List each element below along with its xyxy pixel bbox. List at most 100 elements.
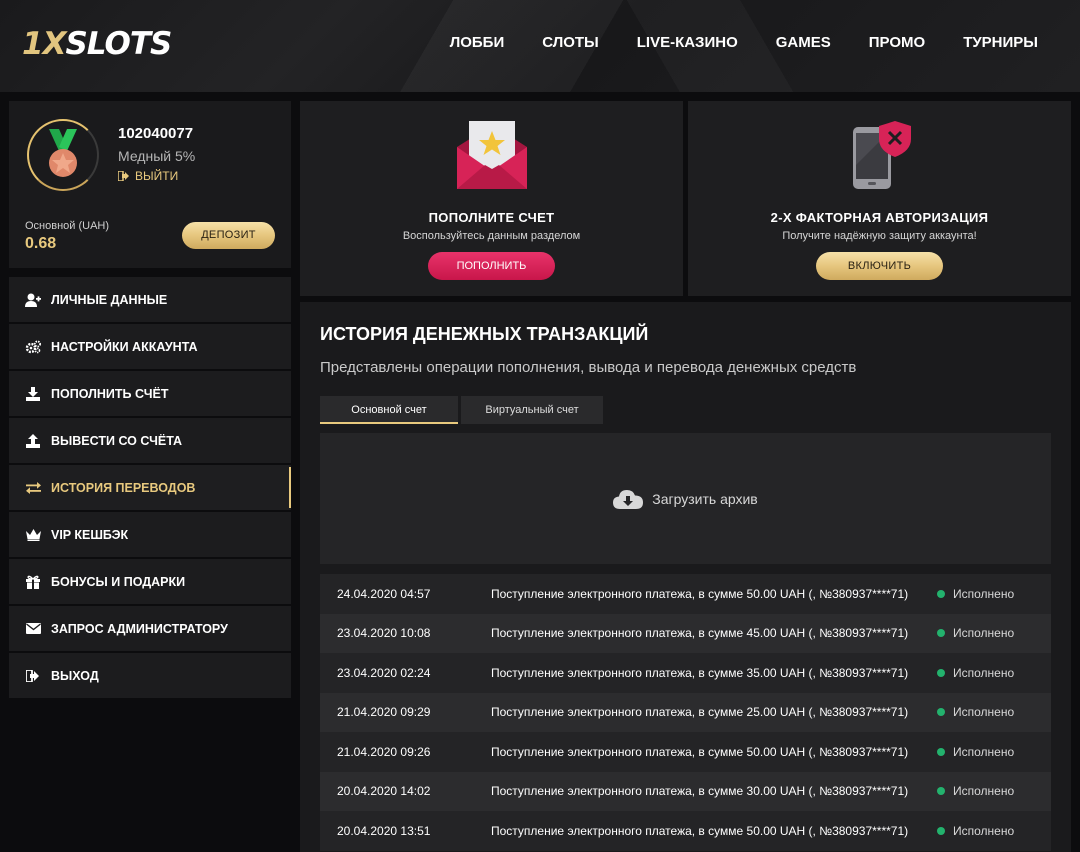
tx-status-label: Исполнено <box>953 705 1015 720</box>
topup-button[interactable]: ПОПОЛНИТЬ <box>428 252 555 280</box>
tx-description: Поступление электронного платежа, в сумм… <box>491 705 909 720</box>
logout-label: ВЫЙТИ <box>135 169 179 183</box>
tx-description: Поступление электронного платежа, в сумм… <box>491 784 909 799</box>
sidebar-item-label: ЛИЧНЫЕ ДАННЫЕ <box>51 292 168 307</box>
tx-date: 23.04.2020 10:08 <box>337 626 431 641</box>
status-badge: Исполнено <box>937 626 1014 640</box>
promo-card-2fa: 2-Х ФАКТОРНАЯ АВТОРИЗАЦИЯ Получите надёж… <box>688 101 1071 296</box>
gears-icon <box>24 338 42 356</box>
logout-icon <box>24 667 42 685</box>
table-row: 21.04.2020 09:29 Поступление электронног… <box>320 692 1051 732</box>
card-subtitle: Воспользуйтесь данным разделом <box>402 230 581 242</box>
sidebar-item-label: ИСТОРИЯ ПЕРЕВОДОВ <box>51 480 196 495</box>
sidebar-item-bonuses[interactable]: БОНУСЫ И ПОДАРКИ <box>9 559 291 604</box>
balance-value: 0.68 <box>25 235 57 252</box>
status-badge: Исполнено <box>937 824 1014 838</box>
status-dot-icon <box>937 826 945 835</box>
main-nav: ЛОББИ СЛОТЫ LIVE-КАЗИНО GAMES ПРОМО ТУРН… <box>412 34 1038 51</box>
nav-slots[interactable]: СЛОТЫ <box>542 34 599 51</box>
transactions-table: 24.04.2020 04:57 Поступление электронног… <box>320 574 1051 851</box>
download-archive-button[interactable]: Загрузить архив <box>320 433 1051 564</box>
level-medal <box>27 119 99 191</box>
tx-description: Поступление электронного платежа, в сумм… <box>491 665 909 680</box>
table-row: 24.04.2020 04:57 Поступление электронног… <box>320 574 1051 614</box>
table-row: 23.04.2020 02:24 Поступление электронног… <box>320 653 1051 693</box>
enable-2fa-button[interactable]: ВКЛЮЧИТЬ <box>816 252 943 280</box>
transaction-history-panel: ИСТОРИЯ ДЕНЕЖНЫХ ТРАНЗАКЦИЙ Представлены… <box>300 302 1071 852</box>
envelope-icon <box>24 620 42 638</box>
nav-promo[interactable]: ПРОМО <box>869 34 925 51</box>
phone-shield-illustration <box>688 119 1071 194</box>
status-badge: Исполнено <box>937 587 1014 601</box>
status-badge: Исполнено <box>937 705 1014 719</box>
tab-virtual-account[interactable]: Виртуальный счет <box>461 396 603 424</box>
promo-card-deposit: ПОПОЛНИТЕ СЧЕТ Воспользуйтесь данным раз… <box>300 101 683 296</box>
envelope-star-illustration <box>300 119 683 194</box>
nav-lobby[interactable]: ЛОББИ <box>450 34 505 51</box>
table-row: 20.04.2020 14:02 Поступление электронног… <box>320 771 1051 811</box>
tx-description: Поступление электронного платежа, в сумм… <box>491 586 909 601</box>
tx-description: Поступление электронного платежа, в сумм… <box>491 823 909 838</box>
tx-description: Поступление электронного платежа, в сумм… <box>491 626 909 641</box>
user-level: Медный 5% <box>118 148 196 164</box>
phone-shield-icon <box>852 121 911 189</box>
cloud-download-icon <box>613 489 644 509</box>
balance-label: Основной (UAH) <box>25 220 110 232</box>
brand-logo[interactable]: 1X SLOTS <box>22 24 172 64</box>
archive-label: Загрузить архив <box>652 490 758 507</box>
status-dot-icon <box>937 708 945 717</box>
sidebar-menu: ЛИЧНЫЕ ДАННЫЕ НАСТРОЙКИ АККАУНТА ПОПОЛНИ… <box>9 277 291 700</box>
sidebar-item-transfer-history[interactable]: ИСТОРИЯ ПЕРЕВОДОВ <box>9 465 291 510</box>
status-badge: Исполнено <box>937 784 1014 798</box>
upload-icon <box>24 432 42 450</box>
status-dot-icon <box>937 629 945 638</box>
page-subtitle: Представлены операции пополнения, вывода… <box>320 359 857 376</box>
top-header: 1X SLOTS ЛОББИ СЛОТЫ LIVE-КАЗИНО GAMES ПР… <box>0 0 1080 92</box>
card-title: 2-Х ФАКТОРНАЯ АВТОРИЗАЦИЯ <box>770 210 989 225</box>
nav-live-casino[interactable]: LIVE-КАЗИНО <box>637 34 738 51</box>
table-row: 20.04.2020 13:51 Поступление электронног… <box>320 811 1051 851</box>
tx-date: 20.04.2020 14:02 <box>337 784 431 799</box>
sidebar-item-label: ВЫХОД <box>51 668 99 683</box>
tx-status-label: Исполнено <box>953 665 1015 680</box>
nav-tournaments[interactable]: ТУРНИРЫ <box>963 34 1038 51</box>
sidebar-item-label: ВЫВЕСТИ СО СЧЁТА <box>51 433 183 448</box>
sidebar-item-personal-data[interactable]: ЛИЧНЫЕ ДАННЫЕ <box>9 277 291 322</box>
medal-icon <box>49 129 77 177</box>
tx-date: 21.04.2020 09:29 <box>337 705 431 720</box>
status-dot-icon <box>937 589 945 598</box>
sidebar-item-label: VIP КЕШБЭК <box>51 527 129 542</box>
logo-part-1: 1X <box>22 26 66 62</box>
tx-status-label: Исполнено <box>953 823 1015 838</box>
tx-date: 24.04.2020 04:57 <box>337 586 431 601</box>
sidebar-item-label: ЗАПРОС АДМИНИСТРАТОРУ <box>51 621 228 636</box>
sidebar-item-label: БОНУСЫ И ПОДАРКИ <box>51 574 186 589</box>
status-badge: Исполнено <box>937 745 1014 759</box>
tx-date: 23.04.2020 02:24 <box>337 665 431 680</box>
download-icon <box>24 385 42 403</box>
sidebar-item-account-settings[interactable]: НАСТРОЙКИ АККАУНТА <box>9 324 291 369</box>
table-row: 21.04.2020 09:26 Поступление электронног… <box>320 732 1051 772</box>
tx-date: 20.04.2020 13:51 <box>337 823 431 838</box>
logout-icon <box>118 171 129 181</box>
gift-icon <box>24 573 42 591</box>
tx-status-label: Исполнено <box>953 744 1015 759</box>
sidebar-item-label: НАСТРОЙКИ АККАУНТА <box>51 339 198 354</box>
sidebar-item-vip-cashback[interactable]: VIP КЕШБЭК <box>9 512 291 557</box>
sidebar-item-label: ПОПОЛНИТЬ СЧЁТ <box>51 386 169 401</box>
sidebar-item-logout[interactable]: ВЫХОД <box>9 653 291 698</box>
logo-part-2: SLOTS <box>65 26 172 62</box>
status-dot-icon <box>937 787 945 796</box>
tx-status-label: Исполнено <box>953 626 1015 641</box>
sidebar-item-deposit[interactable]: ПОПОЛНИТЬ СЧЁТ <box>9 371 291 416</box>
tab-main-account[interactable]: Основной счет <box>320 396 458 424</box>
page-title: ИСТОРИЯ ДЕНЕЖНЫХ ТРАНЗАКЦИЙ <box>320 324 649 344</box>
tx-status-label: Исполнено <box>953 784 1015 799</box>
sidebar-item-admin-request[interactable]: ЗАПРОС АДМИНИСТРАТОРУ <box>9 606 291 651</box>
logout-link[interactable]: ВЫЙТИ <box>118 169 178 183</box>
profile-card: 102040077 Медный 5% ВЫЙТИ Основной (UAH)… <box>9 101 291 268</box>
sidebar-item-withdraw[interactable]: ВЫВЕСТИ СО СЧЁТА <box>9 418 291 463</box>
deposit-button[interactable]: ДЕПОЗИТ <box>182 222 275 249</box>
tx-date: 21.04.2020 09:26 <box>337 744 431 759</box>
nav-games[interactable]: GAMES <box>776 34 831 51</box>
